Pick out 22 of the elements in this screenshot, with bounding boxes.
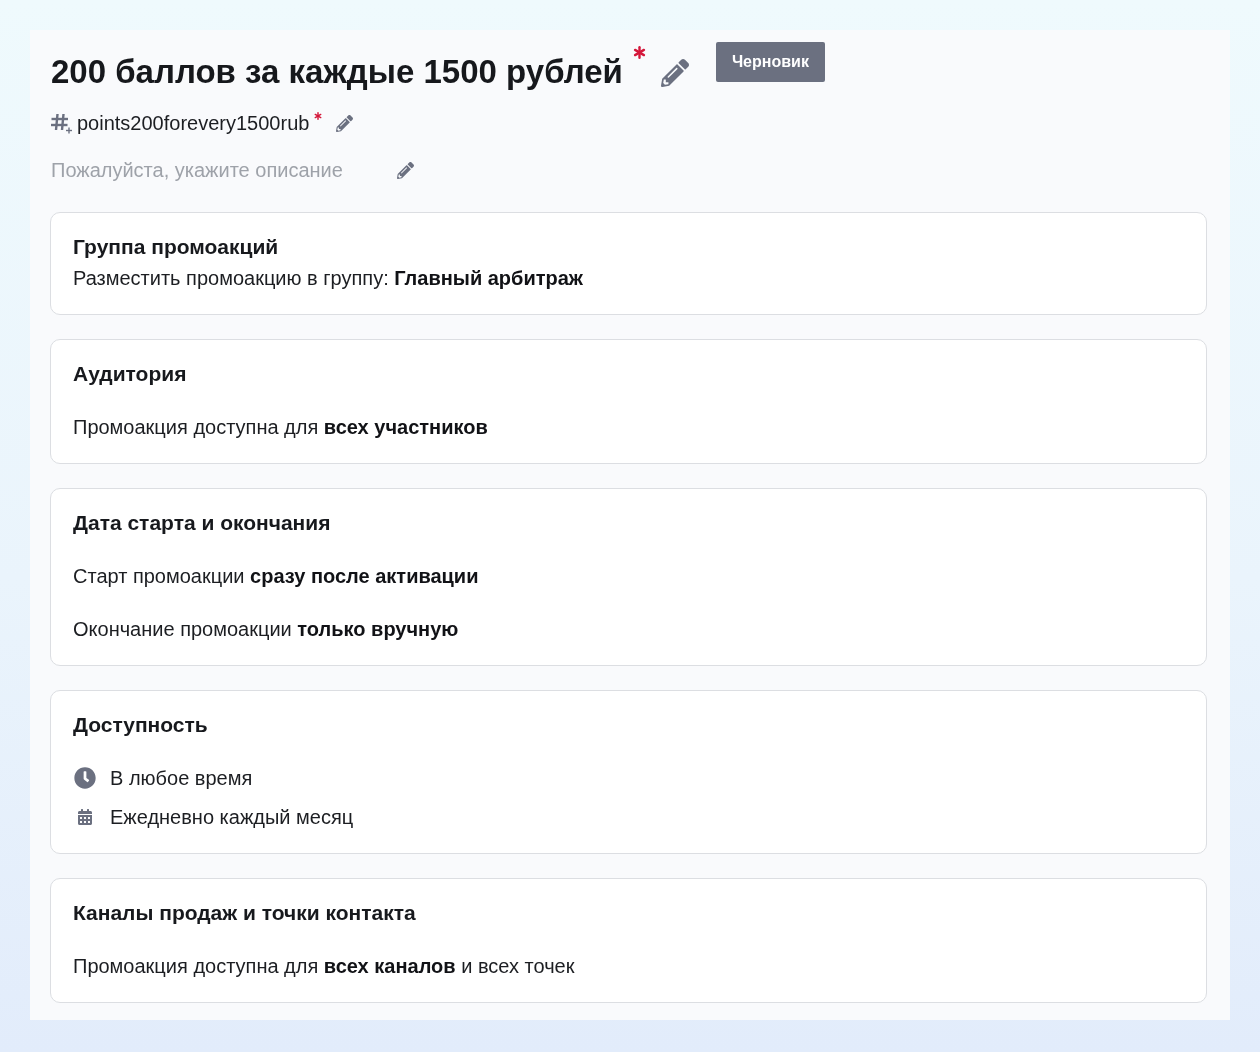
section-text: Старт промоакции сразу после активации	[73, 564, 479, 589]
pencil-icon[interactable]	[336, 114, 354, 132]
calendar-icon	[77, 809, 93, 825]
pencil-icon[interactable]	[660, 59, 689, 87]
section-title: Дата старта и окончания	[73, 510, 332, 536]
status-tag: Черновик	[715, 42, 825, 82]
promotion-title: 200 баллов за каждые 1500 рублей	[51, 52, 623, 92]
section-title: Каналы продаж и точки контакта	[73, 900, 417, 926]
section-title: Доступность	[73, 712, 209, 738]
promotion-code: points200forevery1500rub	[77, 111, 310, 136]
section-text: Разместить промоакцию в группу: Главный арбитраж	[73, 266, 584, 291]
section-title: Группа промоакций	[73, 234, 280, 260]
section-title: Аудитория	[73, 361, 188, 387]
section-text: Окончание промоакции только вручную	[73, 617, 459, 642]
clock-icon	[74, 767, 96, 789]
pencil-icon[interactable]	[396, 161, 414, 179]
section-text: Промоакция доступна для всех каналов и всех точек	[73, 954, 575, 979]
description-field[interactable]: Пожалуйста, укажите описание	[51, 156, 385, 184]
availability-text: Ежедневно каждый месяц	[110, 805, 354, 830]
hash-icon	[50, 112, 73, 134]
availability-text: В любое время	[110, 766, 253, 791]
section-text: Промоакция доступна для всех участников	[73, 415, 488, 440]
